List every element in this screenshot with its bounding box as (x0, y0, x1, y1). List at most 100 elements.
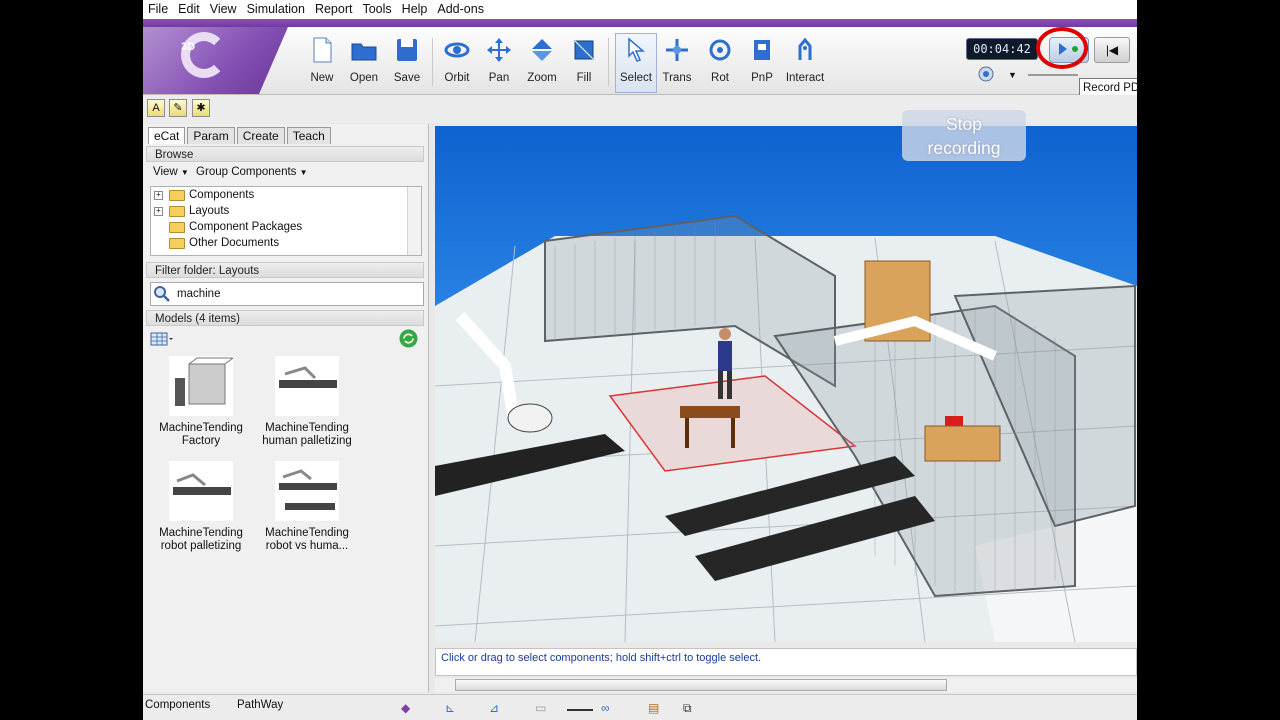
refresh-icon[interactable] (399, 329, 418, 348)
fill-button[interactable]: Fill (564, 34, 604, 92)
menu-edit[interactable]: Edit (173, 0, 205, 19)
tree-item-layouts[interactable]: + Layouts (151, 203, 421, 219)
save-disk-icon (397, 39, 417, 61)
tree-scrollbar[interactable] (407, 187, 421, 255)
annotation-icon[interactable]: A (147, 99, 165, 117)
filter-section-title: Filter folder: Layouts (146, 262, 424, 278)
pan-button[interactable]: Pan (479, 34, 519, 92)
link-icon[interactable]: ∞ (601, 701, 617, 715)
folder-icon (169, 206, 185, 217)
tree-item-label: Other Documents (189, 237, 280, 249)
save-button[interactable]: Save (387, 34, 427, 92)
orbit-button[interactable]: Orbit (437, 34, 477, 92)
tab-create[interactable]: Create (236, 127, 285, 144)
menu-report[interactable]: Report (310, 0, 358, 19)
model-item[interactable]: MachineTending Factory (151, 356, 251, 448)
tab-param[interactable]: Param (187, 127, 235, 144)
diamond-icon[interactable]: ◆ (401, 701, 417, 715)
message-console: Click or drag to select components; hold… (435, 648, 1137, 676)
menu-tools[interactable]: Tools (357, 0, 396, 19)
translate-icon (666, 39, 688, 61)
red-highlight-circle (1036, 27, 1088, 69)
table-icon[interactable]: ▤ (648, 701, 664, 715)
rot-button[interactable]: Rot (700, 34, 740, 92)
axis-frame-icon[interactable]: ⊿ (489, 701, 505, 715)
menu-view[interactable]: View (205, 0, 242, 19)
folder-icon (169, 222, 185, 233)
model-name: MachineTending (159, 422, 243, 434)
folder-icon (169, 190, 185, 201)
model-subtitle: robot vs huma... (265, 540, 349, 552)
interact-button[interactable]: Interact (785, 34, 825, 92)
chevron-down-icon: ▼ (180, 168, 189, 177)
select-button[interactable]: Select (615, 33, 657, 93)
view-dropdown[interactable]: View ▼ Group Components ▼ (153, 166, 308, 178)
model-item[interactable]: MachineTending human palletizing (257, 356, 357, 448)
skip-back-icon: |◀ (1105, 43, 1119, 57)
menu-addons[interactable]: Add-ons (432, 0, 489, 19)
layout-icon[interactable]: ⧉ (683, 701, 699, 715)
model-thumbnail (169, 356, 235, 416)
model-subtitle: robot palletizing (160, 540, 242, 552)
zoom-button[interactable]: Zoom (522, 34, 562, 92)
tree-item-other-documents[interactable]: Other Documents (151, 235, 421, 251)
stop-recording-button[interactable]: Stop recording (902, 110, 1026, 161)
pnp-icon (754, 40, 770, 60)
model-name: MachineTending (159, 527, 243, 539)
axis-icon[interactable]: ⊾ (445, 701, 461, 715)
ecatalog-panel: eCat Param Create Teach Browse View ▼ Gr… (143, 124, 429, 692)
rotate-icon (709, 39, 731, 61)
pan-icon (487, 38, 511, 62)
panel-tabs: eCat Param Create Teach (148, 127, 333, 144)
pencil-icon[interactable]: ✎ (169, 99, 187, 117)
app-window: File Edit View Simulation Report Tools H… (143, 0, 1137, 720)
orbit-icon (444, 42, 470, 58)
tree-item-component-packages[interactable]: Component Packages (151, 219, 421, 235)
model-subtitle: human palletizing (262, 435, 352, 447)
status-tab-components[interactable]: Components (145, 699, 210, 711)
folder-tree: + Components + Layouts Component Packages … (150, 186, 422, 256)
expand-icon[interactable]: + (154, 207, 163, 216)
recording-timer: 00:04:42 (966, 38, 1038, 60)
recording-label: recording (927, 138, 1001, 158)
pnp-button[interactable]: PnP (742, 34, 782, 92)
grid-view-icon[interactable] (150, 331, 174, 347)
model-thumbnail (169, 461, 233, 521)
browse-section-title: Browse (146, 146, 424, 162)
model-subtitle: Factory (181, 435, 221, 447)
menu-help[interactable]: Help (397, 0, 433, 19)
model-thumbnail (275, 356, 339, 416)
folder-icon (169, 238, 185, 249)
search-input[interactable]: machine (150, 282, 424, 306)
tab-ecat[interactable]: eCat (148, 127, 186, 144)
dropdown-arrow-icon[interactable]: ▼ (1008, 70, 1017, 80)
select-cursor-icon (628, 37, 646, 62)
model-item[interactable]: MachineTending robot palletizing (151, 461, 251, 553)
rewind-button[interactable]: |◀ (1094, 37, 1130, 63)
console-scrollbar[interactable] (435, 678, 1137, 692)
frame-icon[interactable]: ▭ (535, 701, 551, 715)
zoom-icon (532, 39, 552, 61)
tab-teach[interactable]: Teach (286, 127, 331, 144)
camera-icon[interactable] (974, 64, 998, 84)
wizard-icon[interactable]: ✱ (192, 99, 210, 117)
speed-slider[interactable] (1028, 74, 1078, 76)
status-tab-pathway[interactable]: PathWay (237, 699, 283, 711)
menu-simulation[interactable]: Simulation (242, 0, 310, 19)
3d-viewport[interactable] (435, 126, 1137, 642)
menu-file[interactable]: File (143, 0, 173, 19)
line-icon[interactable] (567, 701, 593, 711)
view-label: View (153, 166, 178, 178)
tree-item-label: Components (189, 189, 255, 201)
model-item[interactable]: MachineTending robot vs huma... (257, 461, 357, 553)
models-section-title: Models (4 items) (146, 310, 424, 326)
search-value: machine (177, 288, 221, 300)
interact-icon (798, 37, 812, 60)
new-button[interactable]: New (302, 34, 342, 92)
tree-item-components[interactable]: + Components (151, 187, 421, 203)
trans-button[interactable]: Trans (657, 34, 697, 92)
expand-icon[interactable]: + (154, 191, 163, 200)
open-button[interactable]: Open (344, 34, 384, 92)
scrollbar-thumb[interactable] (455, 679, 947, 691)
new-document-icon (313, 37, 332, 63)
